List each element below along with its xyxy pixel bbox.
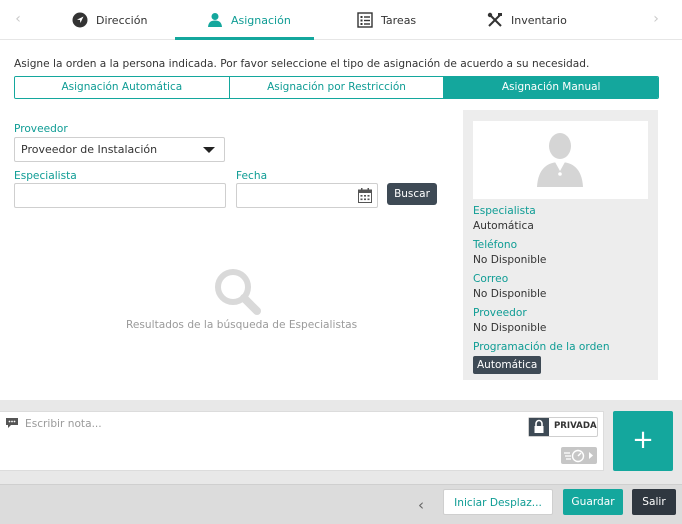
assignment-automatic-button[interactable]: Asignación Automática — [15, 77, 230, 98]
speedometer-icon[interactable] — [561, 447, 597, 464]
assignment-manual-button[interactable]: Asignación Manual — [444, 77, 658, 98]
assignment-type-selector: Asignación Automática Asignación por Res… — [14, 76, 659, 99]
user-silhouette-icon — [537, 133, 583, 187]
chevron-left-icon[interactable]: ‹ — [418, 496, 424, 514]
proveedor-select[interactable]: Proveedor de Instalación — [14, 137, 225, 162]
privada-label: PRIVADA — [554, 421, 597, 431]
calendar-icon[interactable] — [358, 188, 372, 203]
especialista-label: Especialista — [14, 170, 77, 182]
person-icon — [208, 13, 222, 27]
avatar — [473, 121, 648, 199]
guardar-button[interactable]: Guardar — [563, 489, 623, 515]
panel-telefono-label: Teléfono — [473, 239, 518, 251]
tab-label: Tareas — [381, 13, 417, 27]
add-note-button[interactable]: + — [613, 411, 673, 471]
panel-proveedor-value: No Disponible — [473, 322, 547, 334]
chevron-right-icon[interactable]: › — [648, 10, 664, 28]
lock-icon — [529, 418, 549, 436]
salir-button[interactable]: Salir — [632, 489, 676, 515]
chevron-left-icon[interactable]: ‹ — [10, 10, 26, 28]
buscar-button[interactable]: Buscar — [387, 183, 437, 205]
fecha-label: Fecha — [236, 170, 268, 182]
tab-tareas[interactable]: Tareas — [357, 0, 416, 40]
active-tab-indicator — [175, 37, 314, 40]
caret-down-icon — [203, 147, 215, 153]
tab-asignacion[interactable]: Asignación — [207, 0, 291, 40]
note-placeholder: Escribir nota... — [25, 418, 102, 430]
programacion-badge: Automática — [473, 356, 542, 374]
proveedor-select-value: Proveedor de Instalación — [21, 143, 158, 156]
empty-results-text: Resultados de la búsqueda de Especialist… — [126, 319, 358, 331]
privada-toggle[interactable]: PRIVADA — [528, 417, 598, 437]
footer-bar: ‹ Iniciar Desplaz... Guardar Salir — [0, 484, 682, 524]
panel-especialista-value: Automática — [473, 220, 534, 232]
panel-correo-label: Correo — [473, 273, 509, 285]
intro-text: Asigne la orden a la persona indicada. P… — [14, 58, 590, 70]
proveedor-label: Proveedor — [14, 123, 68, 135]
tools-icon — [487, 12, 502, 27]
tab-label: Inventario — [511, 13, 567, 27]
panel-telefono-value: No Disponible — [473, 254, 547, 266]
panel-proveedor-label: Proveedor — [473, 307, 527, 319]
panel-especialista-label: Especialista — [473, 205, 536, 217]
navigation-arrow-icon — [72, 12, 88, 28]
tab-label: Asignación — [231, 13, 291, 27]
tab-bar: ‹ Dirección Asignación Tareas Inventario… — [0, 0, 682, 40]
search-icon — [215, 269, 261, 315]
specialist-info-panel: Especialista Automática Teléfono No Disp… — [463, 110, 658, 380]
assignment-restriction-button[interactable]: Asignación por Restricción — [229, 77, 445, 98]
tab-inventario[interactable]: Inventario — [487, 0, 567, 40]
especialista-input[interactable] — [14, 183, 226, 208]
tab-direccion[interactable]: Dirección — [72, 0, 147, 40]
tab-label: Dirección — [96, 13, 148, 27]
panel-programacion-label: Programación de la orden — [473, 341, 610, 353]
iniciar-desplazamiento-button[interactable]: Iniciar Desplaz... — [443, 489, 553, 515]
fecha-input[interactable] — [236, 183, 378, 208]
list-icon — [357, 12, 373, 28]
panel-correo-value: No Disponible — [473, 288, 547, 300]
comment-icon — [6, 418, 18, 428]
